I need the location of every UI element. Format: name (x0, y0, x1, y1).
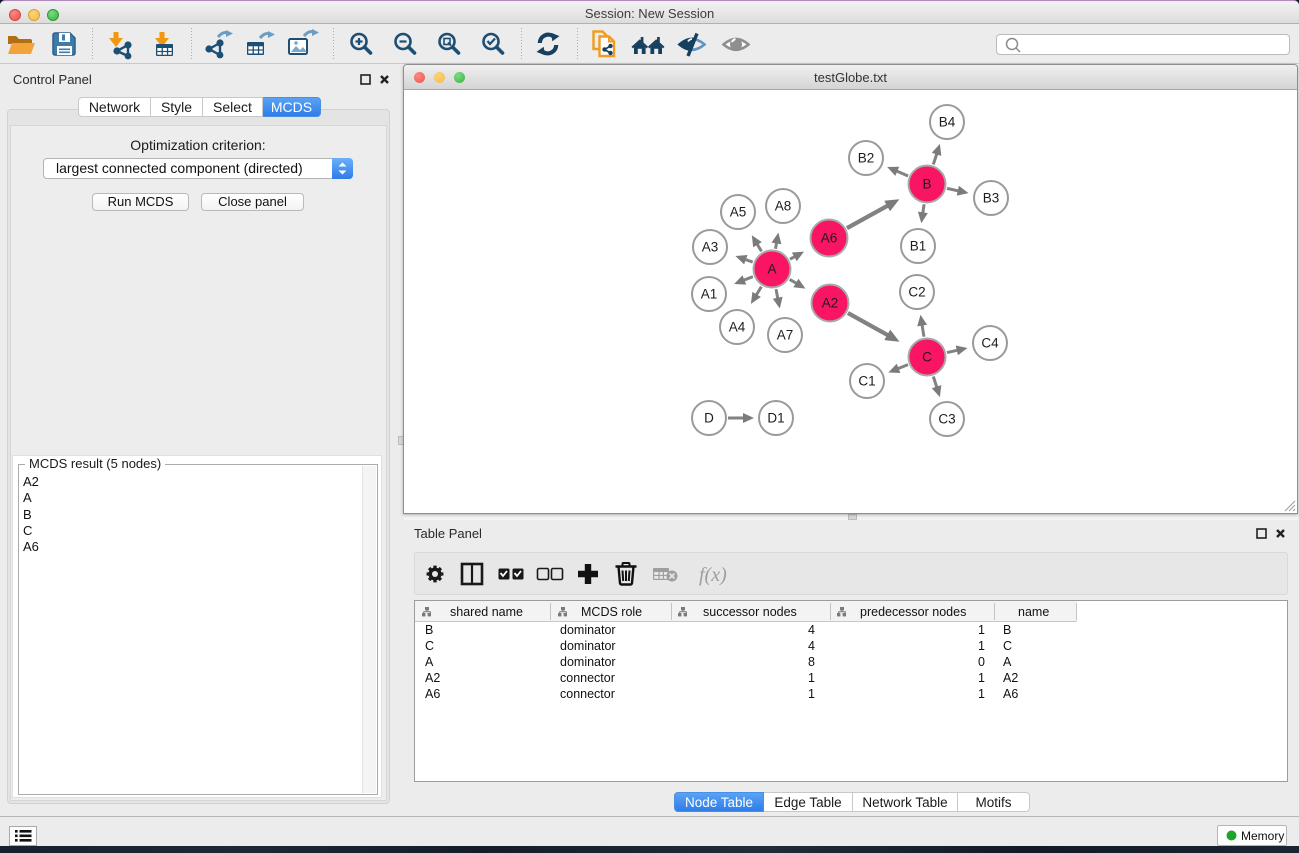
svg-text:B1: B1 (910, 239, 927, 254)
svg-text:C2: C2 (908, 285, 925, 300)
svg-text:A3: A3 (702, 240, 719, 255)
svg-text:B2: B2 (858, 151, 875, 166)
svg-text:A2: A2 (822, 296, 839, 311)
svg-text:C4: C4 (981, 336, 999, 351)
svg-text:D1: D1 (767, 411, 784, 426)
svg-text:B: B (922, 177, 931, 192)
svg-text:A1: A1 (701, 287, 718, 302)
svg-text:B3: B3 (983, 191, 1000, 206)
svg-text:C: C (922, 350, 932, 365)
svg-text:D: D (704, 411, 714, 426)
svg-text:f(x): f(x) (699, 564, 727, 586)
svg-text:B4: B4 (939, 115, 956, 130)
svg-text:C3: C3 (938, 412, 955, 427)
svg-text:A4: A4 (729, 320, 746, 335)
svg-text:C1: C1 (858, 374, 875, 389)
svg-text:A6: A6 (821, 231, 838, 246)
svg-text:A8: A8 (775, 199, 792, 214)
svg-text:A5: A5 (730, 205, 747, 220)
svg-text:A7: A7 (777, 328, 794, 343)
svg-text:A: A (767, 262, 776, 277)
